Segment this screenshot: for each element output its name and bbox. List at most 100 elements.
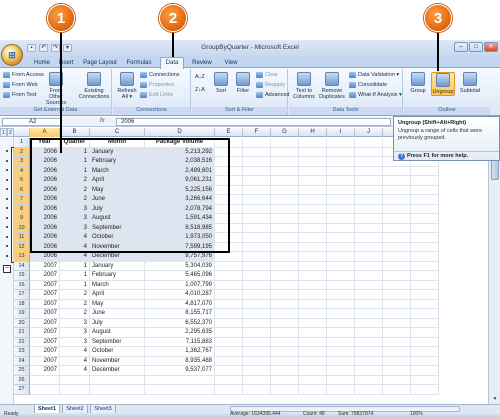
empty-cell[interactable] (327, 252, 355, 262)
cell-year[interactable]: 2007 (30, 271, 60, 281)
tab-page-layout[interactable]: Page Layout (80, 58, 120, 68)
empty-cell[interactable] (299, 176, 327, 186)
cell-package-volume[interactable]: 9,061,231 (145, 176, 215, 186)
empty-cell[interactable] (215, 138, 243, 148)
empty-cell[interactable] (355, 185, 383, 195)
empty-cell[interactable] (411, 318, 439, 328)
empty-cell[interactable] (243, 204, 271, 214)
empty-cell[interactable] (299, 299, 327, 309)
empty-cell[interactable] (215, 309, 243, 319)
empty-cell[interactable] (299, 233, 327, 243)
cell-year[interactable]: 2007 (30, 328, 60, 338)
empty-cell[interactable] (355, 299, 383, 309)
cell-year[interactable]: 2006 (30, 195, 60, 205)
row-header[interactable]: 14 (14, 261, 30, 271)
row-header[interactable]: 7 (14, 195, 30, 205)
vertical-scrollbar[interactable]: ▲ ▼ (488, 128, 500, 404)
empty-cell[interactable] (355, 261, 383, 271)
header-quarter[interactable]: Quarter (60, 138, 90, 148)
cell-month[interactable]: February (90, 271, 145, 281)
cell-quarter[interactable]: 2 (60, 176, 90, 186)
empty-cell[interactable] (383, 347, 411, 357)
empty-cell[interactable] (355, 356, 383, 366)
consolidate-button[interactable]: Consolidate (349, 82, 387, 88)
empty-cell[interactable] (411, 242, 439, 252)
cell-month[interactable]: June (90, 309, 145, 319)
cell-quarter[interactable]: 1 (60, 271, 90, 281)
row-header[interactable]: 21 (14, 328, 30, 338)
empty-cell[interactable] (271, 328, 299, 338)
cell-year[interactable]: 2007 (30, 337, 60, 347)
column-header-d[interactable]: D (145, 128, 215, 137)
empty-cell[interactable] (271, 375, 299, 385)
empty-cell[interactable] (327, 214, 355, 224)
empty-cell[interactable] (243, 347, 271, 357)
cell-year[interactable]: 2006 (30, 252, 60, 262)
empty-cell[interactable] (271, 347, 299, 357)
empty-cell[interactable] (411, 280, 439, 290)
cell-month[interactable]: September (90, 223, 145, 233)
cell-year[interactable]: 2007 (30, 347, 60, 357)
cell-package-volume[interactable]: 5,304,039 (145, 261, 215, 271)
cell-quarter[interactable]: 1 (60, 166, 90, 176)
outline-level-1-button[interactable]: 1 (0, 128, 7, 137)
empty-cell[interactable] (327, 375, 355, 385)
row-header[interactable]: 19 (14, 309, 30, 319)
cell-year[interactable]: 2006 (30, 176, 60, 186)
row-header[interactable]: 1 (14, 138, 30, 148)
cell-month[interactable]: March (90, 166, 145, 176)
cell-year[interactable]: 2006 (30, 233, 60, 243)
empty-cell[interactable] (327, 261, 355, 271)
cell-quarter[interactable]: 2 (60, 185, 90, 195)
column-header-f[interactable]: F (243, 128, 271, 137)
cell-quarter[interactable] (60, 375, 90, 385)
empty-cell[interactable] (411, 185, 439, 195)
minimize-button[interactable]: – (454, 42, 468, 52)
cell-month[interactable]: June (90, 195, 145, 205)
empty-cell[interactable] (215, 328, 243, 338)
empty-cell[interactable] (327, 290, 355, 300)
empty-cell[interactable] (411, 347, 439, 357)
empty-cell[interactable] (355, 214, 383, 224)
empty-cell[interactable] (327, 385, 355, 395)
empty-cell[interactable] (243, 223, 271, 233)
empty-cell[interactable] (299, 309, 327, 319)
empty-cell[interactable] (243, 356, 271, 366)
cell-month[interactable] (90, 385, 145, 395)
empty-cell[interactable] (215, 385, 243, 395)
empty-cell[interactable] (355, 157, 383, 167)
empty-cell[interactable] (215, 261, 243, 271)
empty-cell[interactable] (299, 252, 327, 262)
cell-package-volume[interactable]: 9,537,077 (145, 366, 215, 376)
empty-cell[interactable] (411, 337, 439, 347)
header-package-volume[interactable]: Package Volume (145, 138, 215, 148)
empty-cell[interactable] (271, 252, 299, 262)
empty-cell[interactable] (299, 347, 327, 357)
cell-package-volume[interactable] (145, 385, 215, 395)
empty-cell[interactable] (327, 356, 355, 366)
empty-cell[interactable] (411, 271, 439, 281)
empty-cell[interactable] (243, 166, 271, 176)
empty-cell[interactable] (215, 157, 243, 167)
cell-quarter[interactable]: 4 (60, 252, 90, 262)
empty-cell[interactable] (215, 337, 243, 347)
empty-cell[interactable] (215, 233, 243, 243)
empty-cell[interactable] (327, 147, 355, 157)
empty-cell[interactable] (411, 252, 439, 262)
cell-month[interactable]: January (90, 147, 145, 157)
empty-cell[interactable] (299, 242, 327, 252)
cell-year[interactable]: 2007 (30, 261, 60, 271)
from-web-button[interactable]: From Web (3, 82, 38, 88)
cell-year[interactable] (30, 385, 60, 395)
empty-cell[interactable] (383, 385, 411, 395)
clear-button[interactable]: Clear (256, 72, 278, 78)
empty-cell[interactable] (215, 252, 243, 262)
sort-button[interactable]: Sort (210, 72, 232, 94)
column-header-b[interactable]: B (60, 128, 90, 137)
empty-cell[interactable] (271, 280, 299, 290)
empty-cell[interactable] (383, 366, 411, 376)
cell-quarter[interactable]: 4 (60, 356, 90, 366)
empty-cell[interactable] (243, 385, 271, 395)
cell-month[interactable]: December (90, 366, 145, 376)
formula-input[interactable]: 2006 (116, 118, 391, 126)
